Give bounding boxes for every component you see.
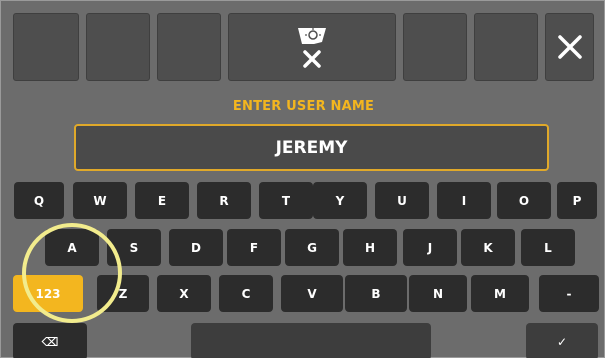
key-r[interactable]: R [197,182,251,219]
username-value: JEREMY [275,137,348,158]
key-f[interactable]: F [227,229,281,266]
top-slot-1[interactable] [13,13,79,81]
key-k[interactable]: K [461,229,515,266]
lightbulb-cancel-icon [298,28,326,68]
key-a[interactable]: A [45,229,99,266]
key-w[interactable]: W [73,182,127,219]
light-off-button[interactable] [228,13,396,81]
key-z[interactable]: Z [97,275,149,312]
key-i[interactable]: I [437,182,491,219]
key-dash[interactable]: - [539,275,599,312]
checkmark-icon: ✓ [556,334,568,349]
key-b[interactable]: B [345,275,407,312]
key-g[interactable]: G [285,229,339,266]
backspace-icon: ⌫ [41,334,59,349]
numeric-toggle-key[interactable]: 123 [13,275,83,312]
key-t[interactable]: T [259,182,313,219]
key-d[interactable]: D [169,229,223,266]
close-button[interactable] [545,13,594,81]
key-l[interactable]: L [521,229,575,266]
key-e[interactable]: E [135,182,189,219]
enter-key[interactable]: ✓ [526,323,598,358]
backspace-key[interactable]: ⌫ [13,323,87,358]
key-u[interactable]: U [375,182,429,219]
username-field[interactable]: JEREMY [74,124,549,171]
top-slot-3[interactable] [157,13,221,81]
space-key[interactable] [191,323,431,358]
key-v[interactable]: V [281,275,343,312]
key-n[interactable]: N [409,275,467,312]
key-s[interactable]: S [107,229,161,266]
close-icon [557,35,582,59]
enter-user-name-label: ENTER USER NAME [232,99,375,114]
key-o[interactable]: O [497,182,551,219]
top-slot-2[interactable] [86,13,150,81]
key-h[interactable]: H [343,229,397,266]
top-slot-6[interactable] [474,13,538,81]
keyboard-screen: ENTER USER NAME JEREMY Q W E R T Y U I O… [0,0,605,358]
key-m[interactable]: M [471,275,529,312]
key-j[interactable]: J [403,229,457,266]
key-x[interactable]: X [157,275,211,312]
key-y[interactable]: Y [313,182,367,219]
key-c[interactable]: C [219,275,273,312]
top-slot-5[interactable] [403,13,467,81]
key-q[interactable]: Q [14,182,64,219]
key-p[interactable]: P [557,182,597,219]
